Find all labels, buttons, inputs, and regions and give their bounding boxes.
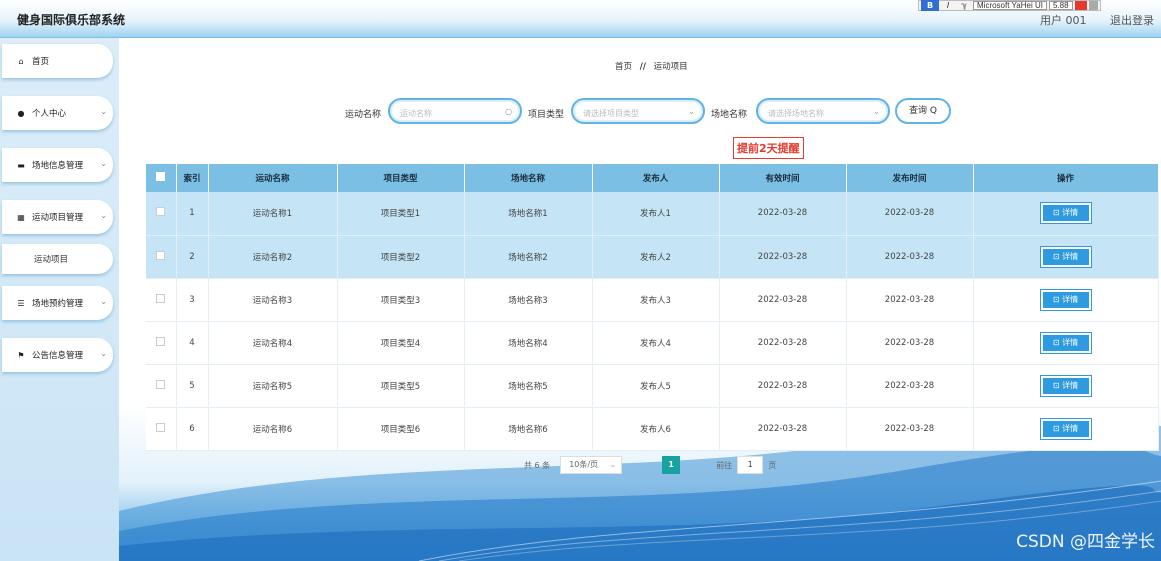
- chevron-down-icon: ⌄: [100, 349, 107, 358]
- breadcrumb: 首页 // 运动项目: [615, 60, 688, 72]
- sport-name-input[interactable]: 运动名称 ○: [388, 98, 522, 124]
- chevron-down-icon: ⌄: [688, 107, 695, 116]
- select-all-checkbox[interactable]: [146, 164, 177, 192]
- detail-button[interactable]: ⊡ 详情: [1039, 374, 1092, 397]
- chevron-down-icon: ⌄: [100, 297, 107, 306]
- clear-format-button[interactable]: ℽ: [957, 1, 971, 10]
- bold-button[interactable]: B: [921, 0, 939, 11]
- italic-button[interactable]: I: [941, 1, 955, 10]
- project-type-select[interactable]: 请选择项目类型 ⌄: [571, 98, 705, 124]
- sports-table: 索引 运动名称 项目类型 场地名称 发布人 有效时间 发布时间 操作 1 运动名…: [146, 164, 1159, 451]
- page-size-select[interactable]: 10条/页 ⌄: [560, 456, 623, 474]
- goto-label: 前往: [716, 460, 733, 470]
- format-toolbar: B I ℽ Microsoft YaHei UI 5.88: [918, 0, 1101, 11]
- sidebar-item-venue-info[interactable]: ▬ 场地信息管理 ⌄: [2, 148, 113, 182]
- goto-page-input[interactable]: 1: [737, 456, 764, 474]
- top-bar: 健身国际俱乐部系统 用户 001 退出登录 B I ℽ Microsoft Ya…: [0, 0, 1161, 38]
- total-count: 共 6 条: [524, 460, 551, 470]
- main-content: 首页 // 运动项目 运动名称 运动名称 ○ 项目类型 请选择项目类型 ⌄ 场地…: [119, 38, 1161, 561]
- table-row[interactable]: 5 运动名称5 项目类型5 场地名称5 发布人5 2022-03-28 2022…: [146, 364, 1159, 408]
- home-icon: ⌂: [18, 56, 24, 66]
- row-checkbox[interactable]: [146, 321, 177, 365]
- column-header: 发布人: [592, 164, 720, 192]
- flag-icon: ⚑: [17, 350, 25, 360]
- query-button[interactable]: 查询 Q: [895, 98, 951, 124]
- row-checkbox[interactable]: [146, 364, 177, 408]
- prev-page-button[interactable]: ‹: [636, 461, 654, 470]
- breadcrumb-home[interactable]: 首页: [615, 62, 632, 72]
- sidebar-item-personal-center[interactable]: ● 个人中心 ⌄: [2, 96, 113, 130]
- logout-link[interactable]: 退出登录: [1110, 14, 1154, 27]
- sidebar-item-label: 个人中心: [32, 109, 67, 119]
- app-title: 健身国际俱乐部系统: [17, 13, 126, 27]
- chevron-down-icon: ⌄: [873, 107, 880, 116]
- column-header: 有效时间: [719, 164, 847, 192]
- table-row[interactable]: 4 运动名称4 项目类型4 场地名称4 发布人4 2022-03-28 2022…: [146, 321, 1159, 365]
- row-checkbox[interactable]: [146, 278, 177, 322]
- column-header: 发布时间: [846, 164, 974, 192]
- font-select[interactable]: Microsoft YaHei UI: [973, 1, 1047, 10]
- detail-button[interactable]: ⊡ 详情: [1039, 288, 1092, 311]
- user-name[interactable]: 用户 001: [1040, 14, 1087, 27]
- sidebar-item-label: 场地信息管理: [32, 161, 84, 171]
- detail-button[interactable]: ⊡ 详情: [1039, 331, 1092, 354]
- column-header: 索引: [176, 164, 209, 192]
- project-type-label: 项目类型: [528, 110, 565, 120]
- chevron-down-icon: ⌄: [100, 107, 107, 116]
- sidebar-item-label: 运动项目: [34, 255, 69, 265]
- user-icon: ●: [17, 108, 25, 118]
- sidebar-item-announcements[interactable]: ⚑ 公告信息管理 ⌄: [2, 338, 113, 372]
- detail-button[interactable]: ⊡ 详情: [1039, 202, 1092, 225]
- column-header: 运动名称: [208, 164, 338, 192]
- sidebar-item-label: 公告信息管理: [32, 351, 84, 361]
- watermark: CSDN @四金学长: [1016, 532, 1155, 552]
- detail-button[interactable]: ⊡ 详情: [1039, 245, 1092, 268]
- sidebar-subitem-sports[interactable]: 运动项目: [2, 244, 113, 274]
- sidebar-item-home[interactable]: ⌂ 首页: [2, 44, 113, 78]
- table-grid-icon[interactable]: [1088, 1, 1098, 10]
- chevron-down-icon: ⌄: [609, 460, 617, 469]
- sidebar-item-label: 首页: [32, 57, 50, 67]
- column-header: 项目类型: [337, 164, 465, 192]
- monitor-icon: ▬: [17, 160, 25, 170]
- table-row[interactable]: 6 运动名称6 项目类型6 场地名称6 发布人6 2022-03-28 2022…: [146, 407, 1159, 451]
- font-color-icon[interactable]: [1074, 1, 1087, 10]
- sidebar-item-venue-booking[interactable]: ☰ 场地预约管理 ⌄: [2, 286, 113, 320]
- pagination: 共 6 条 10条/页 ⌄ ‹ 1 › 前往 1 页: [524, 456, 776, 474]
- user-area: 用户 001 退出登录: [1020, 12, 1154, 28]
- table-header-row: 索引 运动名称 项目类型 场地名称 发布人 有效时间 发布时间 操作: [146, 164, 1159, 192]
- table-row[interactable]: 3 运动名称3 项目类型3 场地名称3 发布人3 2022-03-28 2022…: [146, 278, 1159, 322]
- grid-icon: ▦: [17, 212, 25, 222]
- breadcrumb-current: 运动项目: [653, 62, 688, 72]
- row-checkbox[interactable]: [146, 235, 177, 279]
- font-size-select[interactable]: 5.88: [1048, 1, 1073, 10]
- sport-name-label: 运动名称: [345, 110, 382, 120]
- reminder-badge: 提前2天提醒: [733, 137, 804, 159]
- chevron-down-icon: ⌄: [100, 211, 107, 220]
- column-header: 场地名称: [464, 164, 593, 192]
- sidebar-item-label: 场地预约管理: [32, 299, 84, 309]
- table-row[interactable]: 1 运动名称1 项目类型1 场地名称1 发布人1 2022-03-28 2022…: [146, 192, 1159, 236]
- venue-name-label: 场地名称: [711, 110, 748, 120]
- sidebar: ⌂ 首页 ● 个人中心 ⌄ ▬ 场地信息管理 ⌄ ▦ 运动项目管理 ⌄ 运动项目…: [0, 38, 119, 561]
- sidebar-item-label: 运动项目管理: [32, 213, 84, 223]
- search-bar: 运动名称 运动名称 ○ 项目类型 请选择项目类型 ⌄ 场地名称 请选择场地名称 …: [119, 98, 1161, 126]
- table-row[interactable]: 2 运动名称2 项目类型2 场地名称2 发布人2 2022-03-28 2022…: [146, 235, 1159, 279]
- list-icon: ☰: [17, 298, 25, 308]
- chevron-down-icon: ⌄: [100, 159, 107, 168]
- refresh-icon: ○: [505, 107, 512, 116]
- detail-button[interactable]: ⊡ 详情: [1039, 417, 1092, 440]
- breadcrumb-separator: //: [639, 62, 646, 72]
- column-header: 操作: [973, 164, 1159, 192]
- page-suffix: 页: [768, 460, 777, 470]
- page-number-active[interactable]: 1: [662, 456, 681, 474]
- venue-name-select[interactable]: 请选择场地名称 ⌄: [756, 98, 890, 124]
- row-checkbox[interactable]: [146, 192, 177, 236]
- sidebar-item-sport-management[interactable]: ▦ 运动项目管理 ⌄: [2, 200, 113, 234]
- next-page-button[interactable]: ›: [688, 461, 706, 470]
- row-checkbox[interactable]: [146, 407, 177, 451]
